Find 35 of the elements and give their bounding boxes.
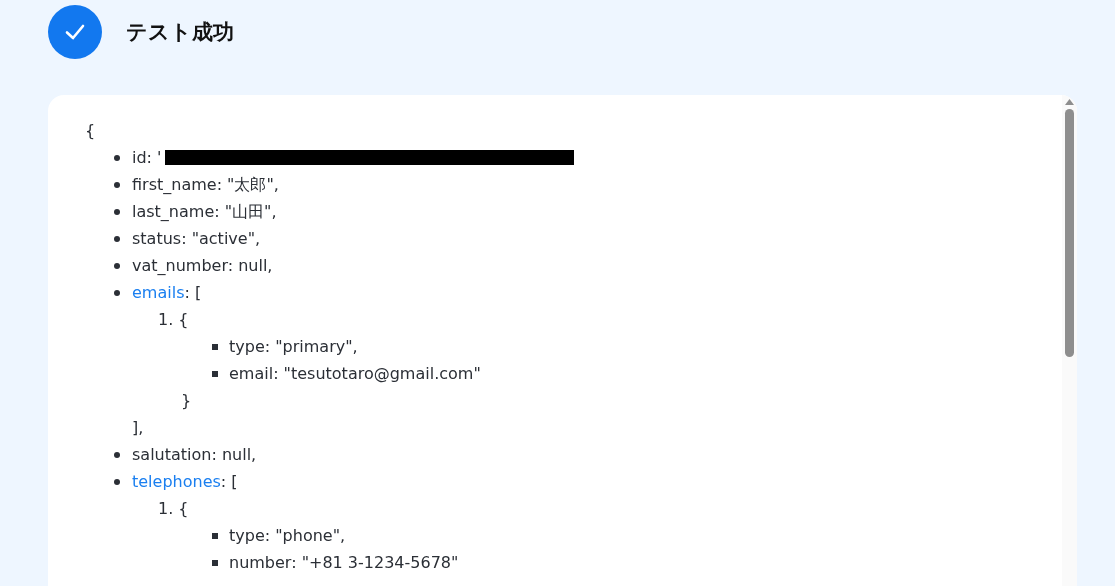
scroll-up-icon[interactable]: [1065, 99, 1074, 105]
bullet-icon: [114, 478, 120, 485]
json-field: type: "primary",: [229, 333, 358, 360]
bullet-icon: [114, 208, 120, 215]
json-field: first_name: "太郎",: [132, 171, 279, 198]
json-item: 1. {: [158, 309, 189, 331]
check-icon: [48, 5, 102, 59]
key-link[interactable]: emails: [132, 279, 185, 306]
key-link[interactable]: telephones: [132, 468, 221, 495]
json-bracket: }: [181, 390, 192, 412]
json-field: status: "active",: [132, 225, 261, 252]
json-field: email: "tesutotaro@gmail.com": [229, 360, 481, 387]
bullet-icon: [212, 532, 218, 539]
json-field: vat_number: null,: [132, 252, 273, 279]
bullet-icon: [212, 559, 218, 566]
bullet-icon: [114, 235, 120, 242]
json-value: : [: [220, 471, 238, 493]
json-field: id: ': [132, 144, 162, 171]
bullet-icon: [212, 343, 218, 350]
json-value: : [: [184, 282, 202, 304]
bullet-icon: [114, 181, 120, 188]
json-field: number: "+81 3-1234-5678": [229, 549, 459, 576]
result-title: テスト成功: [126, 19, 234, 46]
json-bracket: {: [85, 120, 96, 142]
json-bracket: ],: [132, 417, 144, 439]
json-field: salutation: null,: [132, 441, 257, 468]
bullet-icon: [114, 154, 120, 161]
bullet-icon: [114, 289, 120, 296]
scroll-thumb[interactable]: [1065, 109, 1074, 357]
json-field: type: "phone",: [229, 522, 346, 549]
bullet-icon: [114, 451, 120, 458]
json-item: 1. {: [158, 498, 189, 520]
bullet-icon: [114, 262, 120, 269]
bullet-icon: [212, 370, 218, 377]
json-field: last_name: "山田",: [132, 198, 277, 225]
